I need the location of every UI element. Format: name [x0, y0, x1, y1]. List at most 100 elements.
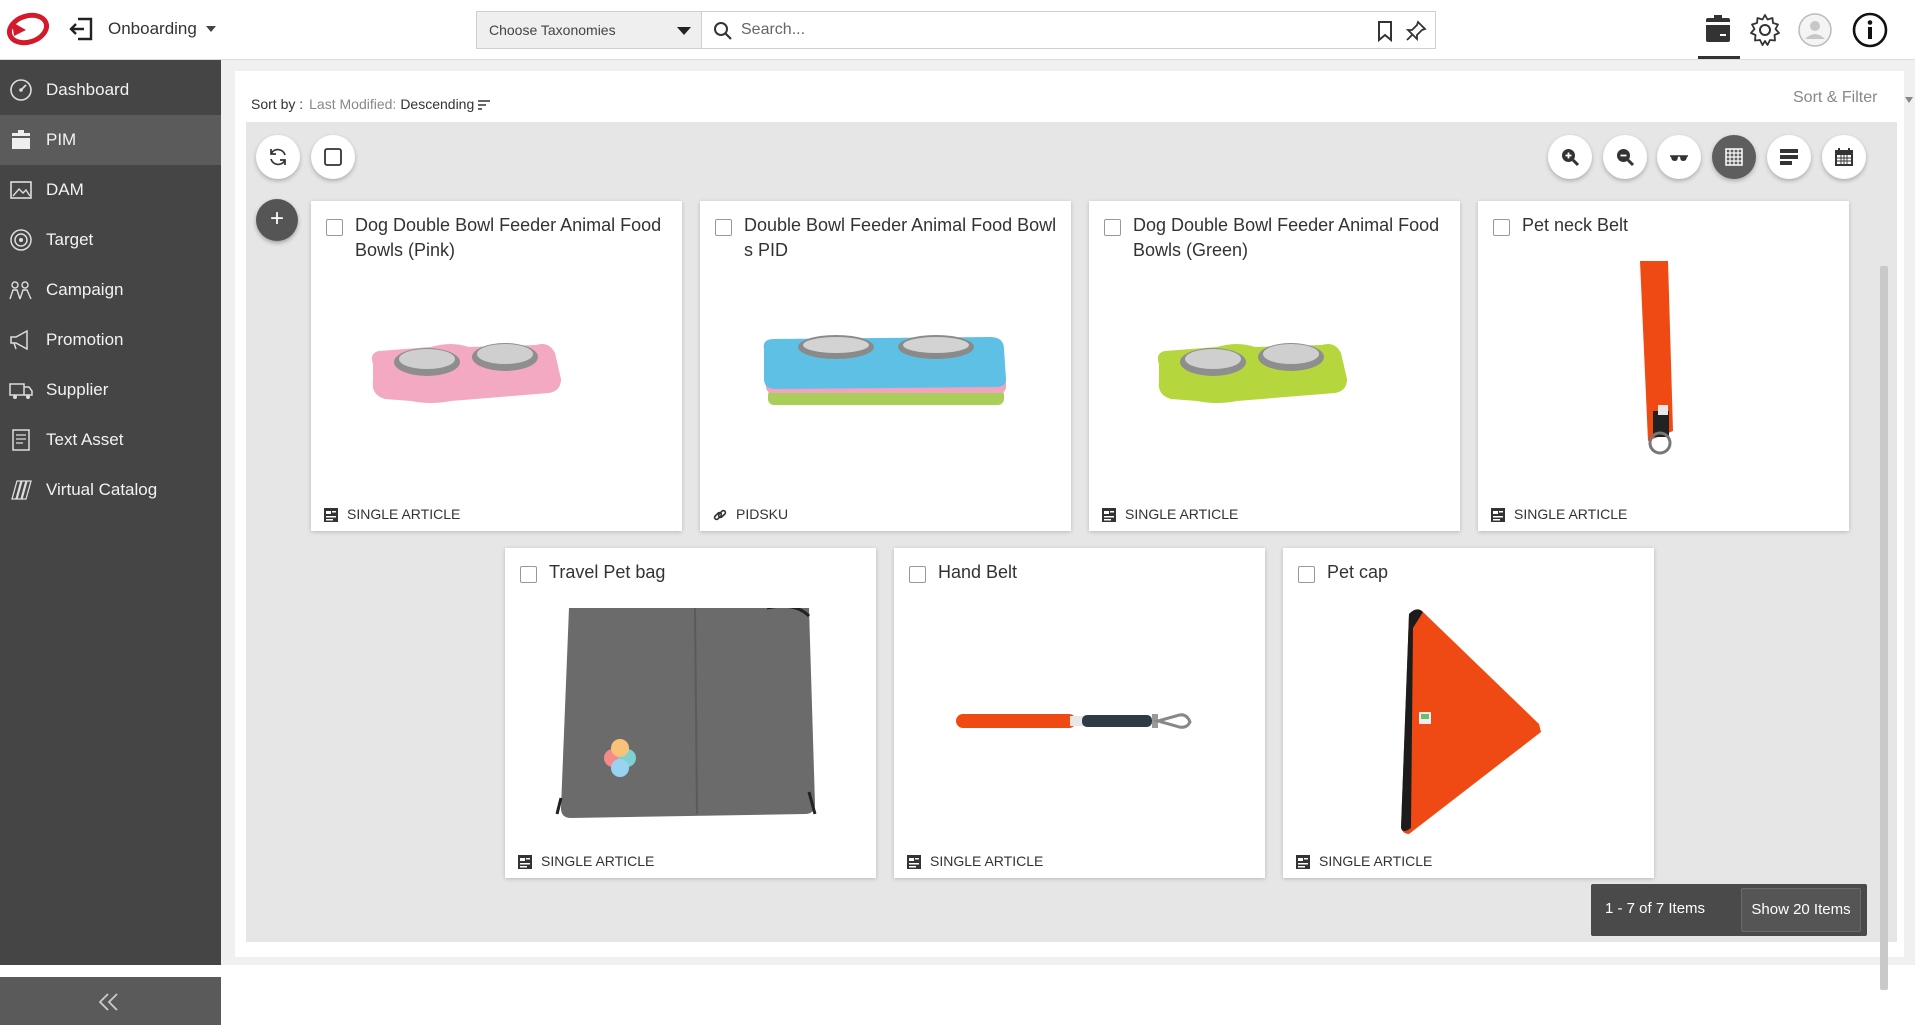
select-all-button[interactable] [311, 135, 355, 179]
context-label[interactable]: Onboarding [108, 19, 197, 39]
calendar-view-button[interactable] [1822, 135, 1866, 179]
vertical-scrollbar[interactable] [1880, 266, 1888, 990]
product-title[interactable]: Travel Pet bag [549, 560, 867, 585]
product-checkbox[interactable] [1298, 566, 1315, 583]
pim-icon [12, 130, 30, 149]
megaphone-icon [10, 329, 28, 351]
product-image[interactable] [311, 261, 682, 491]
sidebar-item-label: Target [46, 230, 94, 249]
avatar-icon[interactable] [1797, 12, 1833, 48]
article-icon [324, 508, 338, 522]
pagination-bar: 1 - 7 of 7 Items Show 20 Items [1591, 884, 1867, 936]
exit-context-icon[interactable] [68, 16, 94, 42]
product-title[interactable]: Double Bowl Feeder Animal Food Bowls PID [744, 213, 1062, 263]
pin-icon[interactable] [1405, 20, 1427, 42]
product-checkbox[interactable] [715, 219, 732, 236]
add-product-button[interactable]: + [256, 199, 298, 241]
product-image[interactable] [505, 608, 876, 838]
sidebar-item-label: Campaign [46, 280, 124, 299]
product-card[interactable]: Pet cap SINGLE ARTICLE [1283, 548, 1654, 878]
chevron-down-icon[interactable] [1905, 97, 1913, 103]
product-image[interactable] [894, 608, 1265, 838]
chevron-down-icon [677, 27, 691, 35]
document-icon [12, 429, 30, 451]
target-icon [10, 229, 32, 251]
calendar-icon [1835, 148, 1853, 166]
product-title[interactable]: Dog Double Bowl Feeder Animal Food Bowls… [1133, 213, 1451, 263]
sidebar: Dashboard PIM DAM Target Campaign Promot… [0, 60, 221, 1025]
product-grid: + Dog Double Bowl Feeder Animal Food Bow… [246, 122, 1897, 990]
product-image[interactable] [1089, 261, 1460, 491]
sidebar-item-text-asset[interactable]: Text Asset [0, 415, 221, 465]
product-type: SINGLE ARTICLE [1125, 506, 1239, 522]
sidebar-item-dam[interactable]: DAM [0, 165, 221, 215]
product-checkbox[interactable] [520, 566, 537, 583]
sidebar-item-virtual-catalog[interactable]: Virtual Catalog [0, 465, 221, 515]
dashboard-icon [10, 79, 32, 101]
product-card[interactable]: Hand Belt SINGLE ARTICLE [894, 548, 1265, 878]
sidebar-item-promotion[interactable]: Promotion [0, 315, 221, 365]
brand-logo-icon[interactable] [6, 12, 50, 46]
grid-view-button[interactable] [1712, 135, 1756, 179]
list-view-icon [1780, 149, 1798, 165]
product-type: SINGLE ARTICLE [1514, 506, 1628, 522]
chevron-down-icon[interactable] [206, 26, 216, 32]
show-items-button[interactable]: Show 20 Items [1741, 888, 1861, 932]
product-card[interactable]: Dog Double Bowl Feeder Animal Food Bowls… [311, 201, 682, 531]
taxonomy-select[interactable]: Choose Taxonomies [477, 12, 702, 48]
info-icon[interactable] [1852, 12, 1888, 48]
sidebar-item-dashboard[interactable]: Dashboard [0, 65, 221, 115]
sort-descending-icon[interactable] [478, 100, 491, 111]
top-bar: Onboarding Choose Taxonomies [0, 0, 1915, 60]
campaign-icon [9, 281, 32, 300]
sort-filter-button[interactable]: Sort & Filter [1793, 89, 1877, 107]
article-icon [907, 855, 921, 869]
product-title[interactable]: Pet cap [1327, 560, 1645, 585]
product-card[interactable]: Dog Double Bowl Feeder Animal Food Bowls… [1089, 201, 1460, 531]
main-content: Sort by : Last Modified: Descending Sort &… [221, 60, 1915, 990]
link-icon [713, 509, 727, 521]
list-view-button[interactable] [1767, 135, 1811, 179]
catalog-box-icon[interactable] [1700, 12, 1736, 48]
product-type: PIDSKU [736, 506, 789, 522]
product-image[interactable] [1478, 261, 1849, 491]
article-icon [1296, 855, 1310, 869]
gear-icon[interactable] [1747, 12, 1783, 48]
product-image[interactable] [700, 261, 1071, 491]
zoom-out-button[interactable] [1603, 135, 1647, 179]
sort-direction[interactable]: Descending [400, 96, 474, 112]
sidebar-item-label: Promotion [46, 330, 124, 349]
grid-view-icon [1725, 148, 1743, 166]
product-card[interactable]: Pet neck Belt SINGLE ARTICLE [1478, 201, 1849, 531]
product-checkbox[interactable] [1493, 219, 1510, 236]
search-bar: Choose Taxonomies [476, 11, 1436, 49]
product-title[interactable]: Dog Double Bowl Feeder Animal Food Bowls… [355, 213, 673, 263]
article-icon [518, 855, 532, 869]
product-card[interactable]: Travel Pet bag SINGLE ARTICLE [505, 548, 876, 878]
sort-by-control[interactable]: Sort by : Last Modified: Descending [251, 96, 491, 112]
truck-icon [9, 383, 33, 399]
product-checkbox[interactable] [909, 566, 926, 583]
product-title[interactable]: Hand Belt [938, 560, 1256, 585]
product-card[interactable]: Double Bowl Feeder Animal Food Bowls PID… [700, 201, 1071, 531]
search-icon [714, 22, 732, 40]
glasses-icon [1670, 155, 1688, 161]
refresh-button[interactable] [256, 135, 300, 179]
sidebar-item-pim[interactable]: PIM [0, 115, 221, 165]
sidebar-item-campaign[interactable]: Campaign [0, 265, 221, 315]
sidebar-collapse-button[interactable] [0, 977, 221, 1025]
product-title[interactable]: Pet neck Belt [1522, 213, 1840, 238]
products-panel: Sort by : Last Modified: Descending Sort &… [235, 71, 1913, 990]
preview-button[interactable] [1657, 135, 1701, 179]
product-type: SINGLE ARTICLE [1319, 853, 1433, 869]
sidebar-item-target[interactable]: Target [0, 215, 221, 265]
product-checkbox[interactable] [1104, 219, 1121, 236]
zoom-in-button[interactable] [1548, 135, 1592, 179]
search-input[interactable] [741, 17, 1341, 43]
bookmark-icon[interactable] [1375, 20, 1395, 42]
product-checkbox[interactable] [326, 219, 343, 236]
product-type: SINGLE ARTICLE [541, 853, 655, 869]
article-icon [1102, 508, 1116, 522]
sidebar-item-supplier[interactable]: Supplier [0, 365, 221, 415]
product-image[interactable] [1283, 608, 1654, 838]
